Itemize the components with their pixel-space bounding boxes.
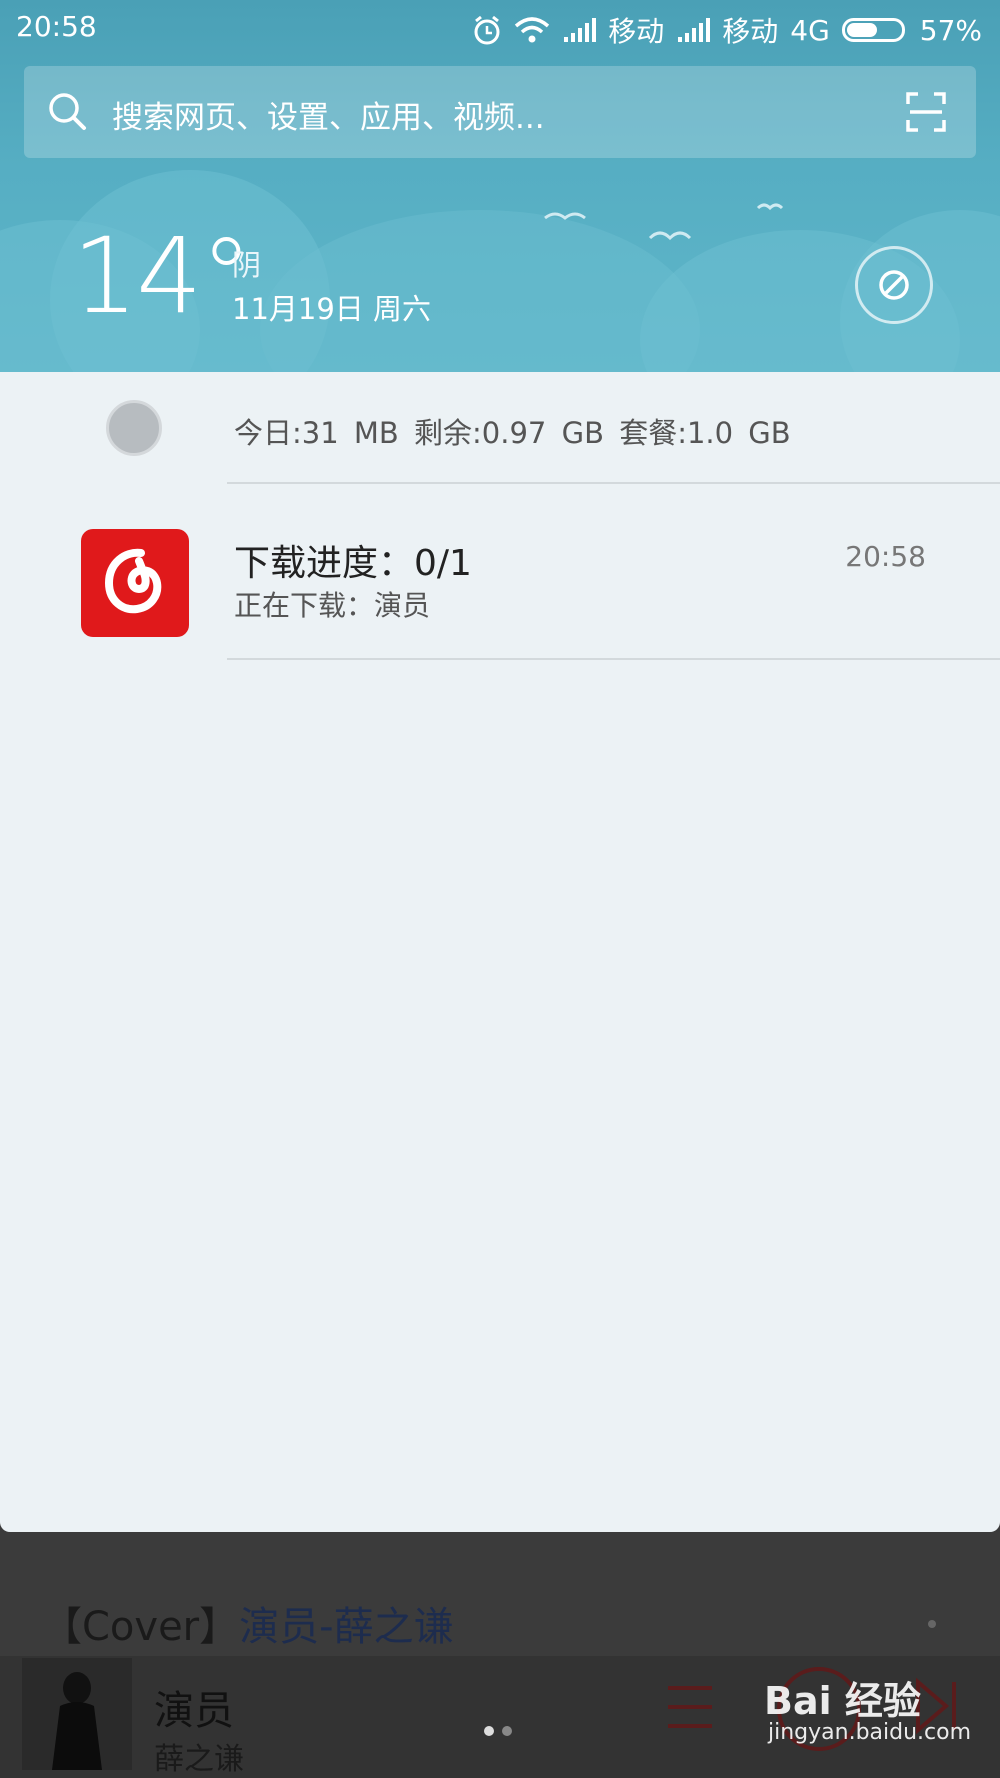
signal-icon: [564, 18, 597, 42]
weather-date: 11月19日 周六: [232, 292, 432, 326]
carrier-label: 移动: [608, 15, 665, 48]
song-line[interactable]: 【Cover】演员-薛之谦: [42, 1594, 454, 1652]
search-input[interactable]: 搜索网页、设置、应用、视频...: [112, 92, 545, 137]
signal-icon: [678, 18, 711, 42]
scan-icon[interactable]: [906, 92, 946, 132]
notification-subtitle: 正在下载：演员: [234, 589, 431, 622]
network-type: 4G: [790, 13, 830, 47]
page-dot: [502, 1726, 512, 1736]
search-bar[interactable]: 搜索网页、设置、应用、视频...: [24, 66, 976, 158]
watermark-brand: Bai 经验: [764, 1679, 921, 1723]
song-prefix: 【Cover】: [42, 1604, 240, 1650]
more-icon[interactable]: [928, 1620, 936, 1628]
player-title: 演员: [154, 1688, 234, 1734]
battery-percent: 57%: [919, 13, 982, 47]
page-indicator: [484, 1726, 512, 1736]
temperature: 14°: [72, 215, 252, 337]
battery-icon: [841, 18, 905, 42]
download-notification[interactable]: 下载进度：0/1 正在下载：演员 20:58: [0, 484, 1000, 658]
watermark-url: jingyan.baidu.com: [768, 1720, 972, 1745]
album-art-image: [22, 1658, 132, 1770]
music-logo-icon: [104, 548, 162, 614]
search-icon: [49, 93, 86, 130]
weather-condition: 阴: [232, 248, 262, 282]
netease-music-app-icon: [81, 529, 189, 637]
baidu-watermark: Bai 经验 jingyan.baidu.com: [764, 1670, 971, 1745]
wifi-icon: [515, 17, 550, 43]
data-usage-text: 今日:31 MB 剩余:0.97 GB 套餐:1.0 GB: [234, 410, 791, 452]
carrier-label: 移动: [722, 15, 779, 48]
status-bar: 20:58 移动 移动 4G 57%: [0, 0, 1000, 56]
status-time: 20:58: [16, 10, 97, 43]
do-not-disturb-button[interactable]: [855, 246, 933, 324]
data-plan: 套餐:1.0 GB: [619, 416, 791, 450]
data-usage-indicator: [106, 400, 162, 456]
album-cover: [22, 1658, 132, 1770]
data-usage-row[interactable]: 今日:31 MB 剩余:0.97 GB 套餐:1.0 GB: [0, 372, 1000, 482]
alarm-icon: [474, 15, 500, 45]
notification-time: 20:58: [845, 540, 926, 573]
notification-panel: 今日:31 MB 剩余:0.97 GB 套餐:1.0 GB 下载进度：0/1 正…: [0, 372, 1000, 1532]
page-dot: [484, 1726, 494, 1736]
weather-header: 20:58 移动 移动 4G 57% 搜索网页、设置、应用、视频... 14° …: [0, 0, 1000, 372]
player-artist: 薛之谦: [154, 1742, 244, 1777]
playlist-icon[interactable]: [664, 1682, 716, 1732]
block-icon: [879, 270, 909, 300]
data-remaining: 剩余:0.97 GB: [414, 416, 604, 450]
notification-title: 下载进度：0/1: [234, 543, 472, 584]
divider: [227, 658, 1000, 660]
song-title: 演员-薛之谦: [239, 1604, 454, 1650]
data-today: 今日:31 MB: [234, 416, 399, 450]
